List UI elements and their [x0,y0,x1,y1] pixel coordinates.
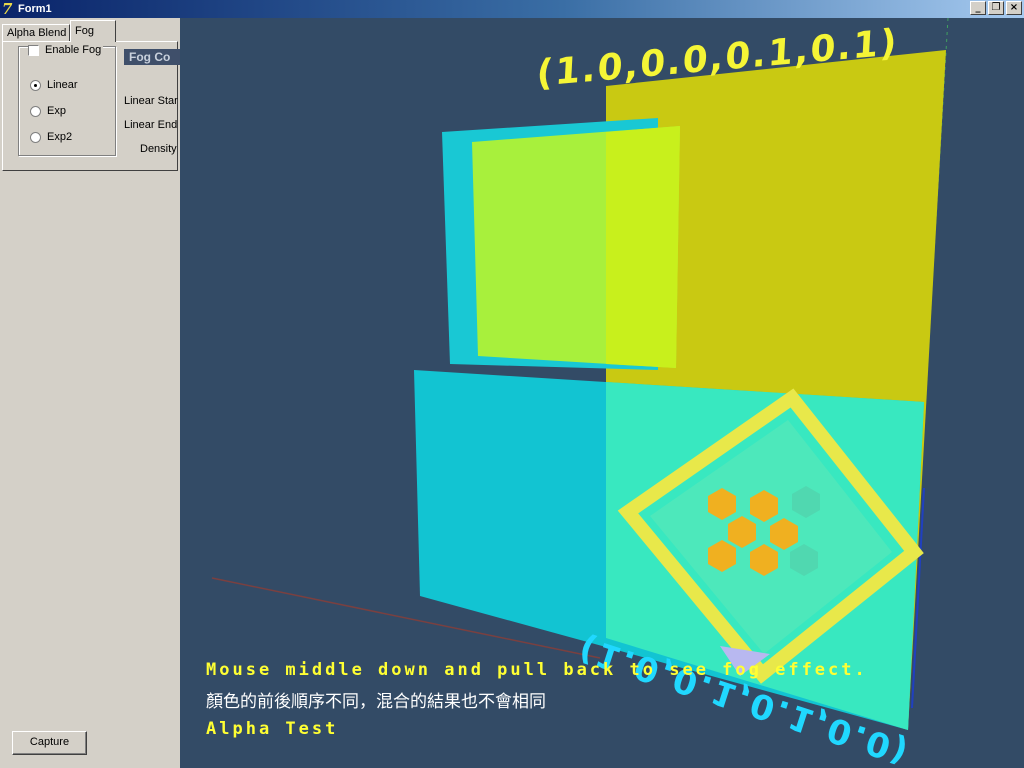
title-bar[interactable]: 7 Form1 _ ❐ × [0,0,1024,18]
density-label: Density [140,143,177,155]
hint-text: Mouse middle down and pull back to see f… [206,660,868,680]
caption-buttons: _ ❐ × [968,1,1022,17]
app-icon[interactable]: 7 [2,1,18,17]
radio-exp2[interactable]: Exp2 [30,130,72,144]
enable-fog-label: Enable Fog [45,44,102,56]
capture-button[interactable]: Capture [12,731,87,755]
enable-fog-checkbox[interactable]: Enable Fog [28,43,104,57]
close-button[interactable]: × [1006,1,1022,15]
mode-text: Alpha Test [206,719,339,739]
checkbox-box[interactable] [28,44,39,56]
radio-dot-exp[interactable] [30,105,41,117]
radio-exp[interactable]: Exp [30,104,66,118]
window-title: Form1 [18,3,52,15]
radio-exp-label: Exp [47,105,66,117]
radio-exp2-label: Exp2 [47,131,73,143]
radio-linear[interactable]: Linear [30,78,78,92]
restore-button[interactable]: ❐ [988,1,1004,15]
radio-dot-linear[interactable] [30,79,41,91]
linear-end-label: Linear End [124,119,178,131]
minimize-button[interactable]: _ [970,1,986,15]
fog-color-header: Fog Co [124,49,184,65]
radio-dot-exp2[interactable] [30,131,41,143]
render-viewport[interactable]: (1.0,0.0,0.1,0.1) (1.0,0.1,0.1,0.0) Mous… [180,18,1024,768]
tab-fog[interactable]: Fog [70,20,116,42]
linear-start-label: Linear Star [124,95,178,107]
lime-overlap [606,126,680,368]
chinese-info-text: 顏色的前後順序不同，混合的結果也不會相同 [206,692,546,712]
tab-alpha-blend[interactable]: Alpha Blend [2,24,70,42]
radio-linear-label: Linear [47,79,78,91]
